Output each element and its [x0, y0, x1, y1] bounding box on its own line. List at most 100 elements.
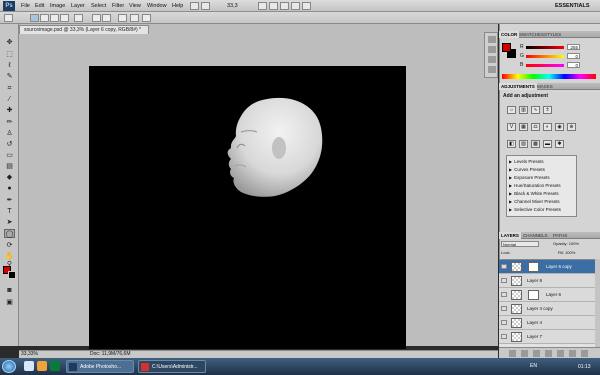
- arrange-documents-icon[interactable]: [291, 2, 300, 10]
- taskbar-explorer-button[interactable]: C:\Users\Administr...: [138, 360, 206, 373]
- view-extras-icon[interactable]: [201, 2, 210, 10]
- layer-mask-thumbnail[interactable]: [528, 262, 539, 272]
- pen-tool-icon[interactable]: ✒: [4, 196, 15, 205]
- tool-preset-icon[interactable]: [4, 14, 13, 22]
- zoom-tool-icon[interactable]: [269, 2, 278, 10]
- posterize-icon[interactable]: ▨: [519, 140, 528, 148]
- selective-color-icon[interactable]: ✱: [555, 140, 564, 148]
- table-row[interactable]: Layer 8: [499, 274, 595, 288]
- visibility-icon[interactable]: [501, 264, 507, 269]
- list-item[interactable]: ▶ Black & White Presets: [509, 190, 575, 197]
- canvas[interactable]: [89, 66, 406, 349]
- option-icon[interactable]: [142, 14, 151, 22]
- photo-filter-icon[interactable]: ◉: [555, 123, 564, 131]
- visibility-icon[interactable]: [501, 292, 507, 297]
- menu-view[interactable]: View: [129, 2, 141, 10]
- workspace-switcher[interactable]: ESSENTIALS: [555, 2, 590, 10]
- eyedropper-icon[interactable]: ⁄: [4, 95, 15, 104]
- hue-saturation-icon[interactable]: ▦: [519, 123, 528, 131]
- list-item[interactable]: ▶ Hue/Saturation Presets: [509, 182, 575, 189]
- tab-adjustments[interactable]: ADJUSTMENTS: [499, 83, 537, 90]
- delete-layer-icon[interactable]: [581, 350, 588, 357]
- channel-b-value[interactable]: 0: [567, 62, 580, 68]
- zoom-level[interactable]: 33,3: [227, 2, 238, 10]
- screen-mode-icon[interactable]: [302, 2, 311, 10]
- menu-file[interactable]: File: [21, 2, 30, 10]
- healing-brush-icon[interactable]: ✚: [4, 106, 15, 115]
- list-item[interactable]: ▶ Exposure Presets: [509, 174, 575, 181]
- quick-launch-explorer-icon[interactable]: [24, 361, 34, 371]
- fill-value[interactable]: 100%: [565, 250, 575, 255]
- ellipse-tool-icon[interactable]: ◯: [4, 229, 15, 238]
- history-panel-icon[interactable]: [488, 36, 496, 43]
- brush-picker-icon[interactable]: [74, 14, 83, 22]
- quick-launch-excel-icon[interactable]: [50, 361, 60, 371]
- visibility-icon[interactable]: [501, 320, 507, 325]
- gradient-map-icon[interactable]: ▬: [543, 140, 552, 148]
- vibrance-icon[interactable]: V: [507, 123, 516, 131]
- visibility-icon[interactable]: [501, 278, 507, 283]
- 3d-rotate-icon[interactable]: ⟳: [4, 241, 15, 250]
- quick-selection-icon[interactable]: ✎: [4, 72, 15, 81]
- color-spectrum[interactable]: [502, 74, 596, 79]
- history-brush-icon[interactable]: ↺: [4, 140, 15, 149]
- tab-channels[interactable]: CHANNELS: [521, 232, 550, 239]
- layer-mask-thumbnail[interactable]: [528, 290, 539, 300]
- eraser-tool-icon[interactable]: ▭: [4, 151, 15, 160]
- color-balance-icon[interactable]: ⚖: [531, 123, 540, 131]
- add-mask-icon[interactable]: [533, 350, 540, 357]
- blend-mode-select[interactable]: Normal: [501, 241, 539, 247]
- channel-g-value[interactable]: 0: [567, 53, 580, 59]
- layers-scrollbar[interactable]: [595, 259, 600, 347]
- subtract-selection-icon[interactable]: [50, 14, 59, 22]
- marquee-tool-icon[interactable]: ⬚: [4, 50, 15, 59]
- clone-source-panel-icon[interactable]: [488, 66, 496, 73]
- menu-edit[interactable]: Edit: [35, 2, 44, 10]
- actions-panel-icon[interactable]: [488, 46, 496, 53]
- zoom-field[interactable]: 33,33%: [21, 351, 38, 357]
- crop-tool-icon[interactable]: ⌗: [4, 84, 15, 93]
- menu-help[interactable]: Help: [172, 2, 183, 10]
- tab-styles[interactable]: STYLES: [542, 31, 563, 38]
- visibility-icon[interactable]: [501, 306, 507, 311]
- table-row[interactable]: Layer 6 copy: [499, 260, 595, 274]
- channel-r-slider[interactable]: [526, 46, 564, 49]
- table-row[interactable]: Layer 4 copy: [499, 302, 595, 316]
- clock[interactable]: 01:13: [578, 364, 591, 370]
- table-row[interactable]: Layer 4: [499, 316, 595, 330]
- auto-enhance-icon[interactable]: [102, 14, 111, 22]
- channel-g-slider[interactable]: [526, 55, 564, 58]
- screen-mode-icon[interactable]: ▣: [4, 298, 15, 307]
- path-selection-icon[interactable]: ➤: [4, 218, 15, 227]
- new-group-icon[interactable]: [557, 350, 564, 357]
- blur-tool-icon[interactable]: ◆: [4, 173, 15, 182]
- add-selection-icon[interactable]: [40, 14, 49, 22]
- rotate-view-icon[interactable]: [280, 2, 289, 10]
- clone-stamp-icon[interactable]: ♙: [4, 129, 15, 138]
- new-selection-icon[interactable]: [30, 14, 39, 22]
- quick-mask-icon[interactable]: ◙: [4, 286, 15, 295]
- table-row[interactable]: Layer 6: [499, 288, 595, 302]
- channel-r-value[interactable]: 255: [567, 44, 580, 50]
- language-indicator[interactable]: EN: [530, 363, 537, 369]
- dodge-tool-icon[interactable]: ●: [4, 184, 15, 193]
- list-item[interactable]: ▶ Selective Color Presets: [509, 206, 575, 213]
- brushes-panel-icon[interactable]: [488, 56, 496, 63]
- link-layers-icon[interactable]: [509, 350, 516, 357]
- exposure-icon[interactable]: ±: [543, 106, 552, 114]
- option-icon[interactable]: [130, 14, 139, 22]
- document-tab[interactable]: sourceimage.psd @ 33,3% (Layer 6 copy, R…: [19, 25, 149, 34]
- list-item[interactable]: ▶ Channel Mixer Presets: [509, 198, 575, 205]
- channel-mixer-icon[interactable]: ⊕: [567, 123, 576, 131]
- opacity-value[interactable]: 100%: [569, 241, 579, 246]
- menu-window[interactable]: Window: [147, 2, 167, 10]
- tab-masks[interactable]: MASKS: [535, 83, 555, 90]
- lasso-tool-icon[interactable]: ℓ: [4, 61, 15, 70]
- launch-bridge-icon[interactable]: [190, 2, 199, 10]
- color-foreground-swatch[interactable]: [502, 43, 511, 52]
- tab-layers[interactable]: LAYERS: [499, 232, 521, 239]
- hand-tool-icon[interactable]: [258, 2, 267, 10]
- menu-image[interactable]: Image: [50, 2, 65, 10]
- menu-layer[interactable]: Layer: [71, 2, 85, 10]
- gradient-tool-icon[interactable]: ▤: [4, 162, 15, 171]
